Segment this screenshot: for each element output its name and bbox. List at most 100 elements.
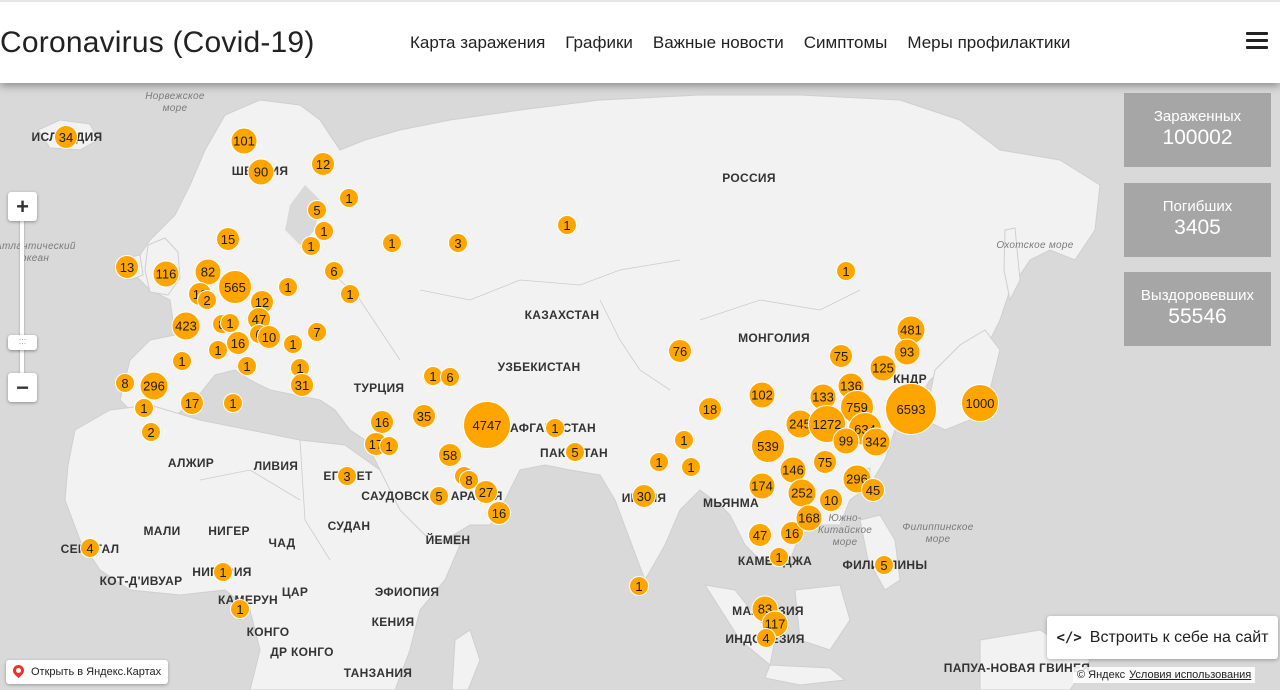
- case-count-marker[interactable]: 1: [545, 418, 565, 438]
- case-count-marker[interactable]: 6: [324, 261, 344, 281]
- case-count-marker[interactable]: 3: [337, 466, 357, 486]
- case-count-marker[interactable]: 252: [787, 478, 817, 508]
- case-count-marker[interactable]: 6593: [885, 383, 937, 435]
- case-count-marker[interactable]: 16: [487, 501, 511, 525]
- nav-item-charts[interactable]: Графики: [565, 33, 633, 53]
- case-count-marker[interactable]: 30: [632, 484, 656, 508]
- map-label: МЬЯНМА: [703, 496, 759, 510]
- case-count-marker[interactable]: 101: [230, 127, 258, 155]
- case-count-marker[interactable]: 10: [819, 488, 843, 512]
- case-count-marker[interactable]: 1: [301, 236, 321, 256]
- case-count-marker[interactable]: 75: [829, 344, 853, 368]
- map-label: ТАНЗАНИЯ: [343, 666, 413, 680]
- case-count-marker[interactable]: 10: [257, 325, 281, 349]
- case-count-marker[interactable]: 5: [874, 555, 894, 575]
- case-count-marker[interactable]: 1: [340, 284, 360, 304]
- case-count-marker[interactable]: 1: [237, 356, 257, 376]
- case-count-marker[interactable]: 1: [557, 215, 577, 235]
- map-land-layer: [37, 94, 1101, 690]
- case-count-marker[interactable]: 15: [216, 227, 240, 251]
- deaths-stats-panel: Погибших 3405: [1124, 183, 1271, 257]
- case-count-marker[interactable]: 174: [748, 472, 776, 500]
- case-count-marker[interactable]: 423: [171, 311, 201, 341]
- case-count-marker[interactable]: 1: [213, 562, 233, 582]
- case-count-marker[interactable]: 168: [795, 504, 823, 532]
- zoom-slider-handle[interactable]: :::: [8, 335, 37, 350]
- map-label: КЕНИЯ: [371, 615, 415, 629]
- case-count-marker[interactable]: 1: [208, 340, 228, 360]
- case-count-marker[interactable]: 1: [134, 398, 154, 418]
- case-count-marker[interactable]: 1: [220, 313, 240, 333]
- case-count-marker[interactable]: 4: [80, 538, 100, 558]
- case-count-marker[interactable]: 16: [370, 410, 394, 434]
- hamburger-menu-icon[interactable]: [1246, 32, 1268, 50]
- case-count-marker[interactable]: 7: [307, 322, 327, 342]
- case-count-marker[interactable]: 1: [629, 576, 649, 596]
- case-count-marker[interactable]: 565: [218, 270, 252, 304]
- case-count-marker[interactable]: 342: [861, 427, 891, 457]
- case-count-marker[interactable]: 116: [152, 260, 180, 288]
- case-count-marker[interactable]: 1: [382, 233, 402, 253]
- case-count-marker[interactable]: 12: [311, 152, 335, 176]
- case-count-marker[interactable]: 90: [247, 158, 275, 186]
- case-count-marker[interactable]: 102: [748, 381, 776, 409]
- case-count-marker[interactable]: 99: [832, 427, 860, 455]
- case-count-marker[interactable]: 1: [836, 261, 856, 281]
- case-count-marker[interactable]: 76: [668, 339, 692, 363]
- case-count-marker[interactable]: 1: [172, 351, 192, 371]
- case-count-marker[interactable]: 45: [861, 478, 885, 502]
- nav-item-infection-map[interactable]: Карта заражения: [410, 33, 545, 53]
- case-count-marker[interactable]: 5: [565, 442, 585, 462]
- case-count-marker[interactable]: 539: [751, 429, 785, 463]
- map-label: ПАПУА-НОВАЯ ГВИНЕЯ: [943, 661, 1091, 675]
- case-count-marker[interactable]: 27: [474, 480, 498, 504]
- embed-map-button[interactable]: </> Встроить к себе на сайт: [1047, 616, 1278, 659]
- case-count-marker[interactable]: 75: [813, 450, 837, 474]
- case-count-marker[interactable]: 1: [283, 334, 303, 354]
- nav-item-symptoms[interactable]: Симптомы: [804, 33, 888, 53]
- case-count-marker[interactable]: 47: [748, 523, 772, 547]
- nav-item-prevention[interactable]: Меры профилактики: [907, 33, 1070, 53]
- case-count-marker[interactable]: 31: [290, 373, 314, 397]
- case-count-marker[interactable]: 35: [412, 404, 436, 428]
- case-count-marker[interactable]: 1: [223, 393, 243, 413]
- case-count-marker[interactable]: 18: [698, 397, 722, 421]
- case-count-marker[interactable]: 4747: [463, 401, 511, 449]
- case-count-marker[interactable]: 1: [230, 599, 250, 619]
- case-count-marker[interactable]: 125: [869, 354, 897, 382]
- zoom-slider-track[interactable]: [20, 221, 24, 374]
- open-in-yandex-maps-link[interactable]: Открыть в Яндекс.Картах: [6, 660, 169, 684]
- case-count-marker[interactable]: 16: [226, 331, 250, 355]
- open-in-yandex-maps-label: Открыть в Яндекс.Картах: [31, 666, 162, 678]
- case-count-marker[interactable]: 1: [278, 277, 298, 297]
- case-count-marker[interactable]: 2: [141, 422, 161, 442]
- case-count-marker[interactable]: 6: [440, 367, 460, 387]
- case-count-marker[interactable]: 5: [307, 200, 327, 220]
- case-count-marker[interactable]: 13: [115, 255, 139, 279]
- case-count-marker[interactable]: 1: [681, 457, 701, 477]
- case-count-marker[interactable]: 8: [115, 373, 135, 393]
- map-label: Атлантический океан: [0, 241, 76, 264]
- terms-of-use-link[interactable]: Условия использования: [1129, 669, 1251, 681]
- nav-item-news[interactable]: Важные новости: [653, 33, 784, 53]
- zoom-out-button[interactable]: −: [8, 373, 37, 402]
- world-map[interactable]: РОССИЯ КАЗАХСТАН МОНГОЛИЯ ТУРЦИЯ УЗБЕКИСТАН А…: [0, 83, 1280, 690]
- case-count-marker[interactable]: 93: [893, 338, 921, 366]
- case-count-marker[interactable]: 34: [54, 125, 78, 149]
- case-count-marker[interactable]: 1: [339, 188, 359, 208]
- site-header: Coronavirus (Covid-19) Карта заражения Г…: [0, 0, 1280, 83]
- case-count-marker[interactable]: 17: [180, 391, 204, 415]
- map-label: МАЛИ: [143, 524, 181, 538]
- case-count-marker[interactable]: 1: [379, 436, 399, 456]
- zoom-in-button[interactable]: +: [8, 192, 37, 221]
- case-count-marker[interactable]: 2: [197, 290, 217, 310]
- case-count-marker[interactable]: 3: [448, 233, 468, 253]
- case-count-marker[interactable]: 296: [139, 371, 169, 401]
- case-count-marker[interactable]: 1: [674, 430, 694, 450]
- case-count-marker[interactable]: 5: [429, 486, 449, 506]
- case-count-marker[interactable]: 58: [438, 443, 462, 467]
- case-count-marker[interactable]: 1: [769, 547, 789, 567]
- case-count-marker[interactable]: 4: [756, 628, 776, 648]
- case-count-marker[interactable]: 1: [649, 452, 669, 472]
- case-count-marker[interactable]: 1000: [961, 384, 999, 422]
